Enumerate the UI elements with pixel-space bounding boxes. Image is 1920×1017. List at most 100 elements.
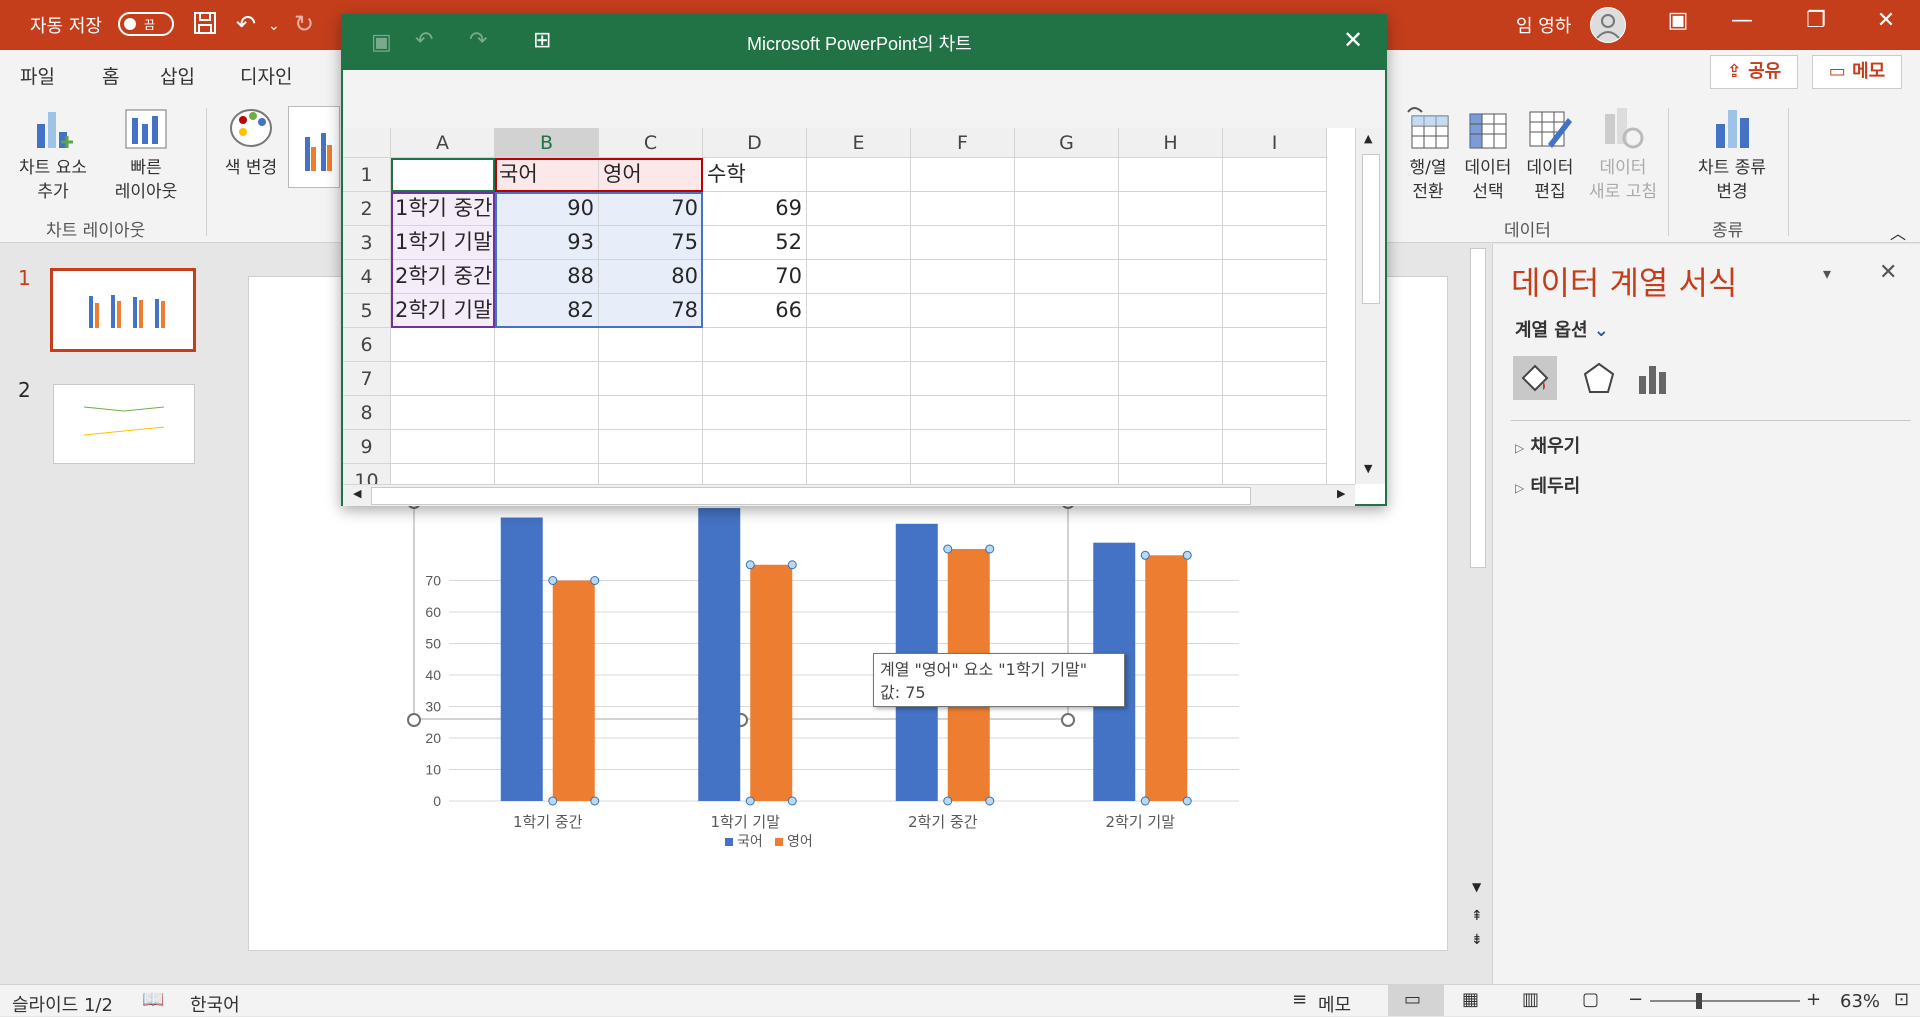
spreadsheet-cell[interactable]: 1학기 기말 <box>391 226 495 260</box>
spreadsheet-cell[interactable] <box>1119 294 1223 328</box>
undo-dropdown-icon[interactable]: ⌄ <box>268 18 280 34</box>
spreadsheet-cell[interactable] <box>1223 396 1327 430</box>
spreadsheet-cell[interactable] <box>1223 192 1327 226</box>
row-header[interactable]: 7 <box>343 362 391 396</box>
spreadsheet-cell[interactable] <box>703 430 807 464</box>
scroll-down-icon[interactable]: ▼ <box>1364 462 1372 475</box>
change-color-button[interactable]: 색 변경 <box>214 104 288 180</box>
spreadsheet-cell[interactable] <box>1015 328 1119 362</box>
spreadsheet-cell[interactable] <box>1119 396 1223 430</box>
spreadsheet-cell[interactable]: 1학기 중간 <box>391 192 495 226</box>
excel-close-icon[interactable]: ✕ <box>1343 26 1363 54</box>
scroll-thumb[interactable] <box>1470 248 1486 568</box>
spreadsheet-cell[interactable] <box>807 362 911 396</box>
excel-vertical-scrollbar[interactable]: ▲ ▼ <box>1355 128 1385 484</box>
excel-horizontal-scrollbar[interactable]: ◀ ▶ <box>343 484 1355 506</box>
column-header[interactable]: C <box>599 128 703 158</box>
column-header[interactable]: A <box>391 128 495 158</box>
spreadsheet-cell[interactable] <box>911 294 1015 328</box>
slide-thumbnail-1[interactable] <box>50 268 196 352</box>
spellcheck-icon[interactable]: 📖 <box>142 989 164 1010</box>
change-chart-type-button[interactable]: 차트 종류 변경 <box>1686 104 1778 204</box>
spreadsheet-cell[interactable] <box>703 396 807 430</box>
scroll-left-icon[interactable]: ◀ <box>353 487 361 500</box>
spreadsheet-cell[interactable] <box>1119 362 1223 396</box>
series-options-dropdown[interactable]: 계열 옵션 ⌄ <box>1515 316 1609 342</box>
zoom-in-icon[interactable]: + <box>1806 989 1821 1010</box>
collapse-ribbon-icon[interactable]: ︿ <box>1890 220 1906 244</box>
excel-scroll-thumb[interactable] <box>1362 154 1380 304</box>
row-header[interactable]: 6 <box>343 328 391 362</box>
autosave-toggle[interactable]: 끔 <box>118 12 174 36</box>
column-header[interactable]: F <box>911 128 1015 158</box>
spreadsheet-cell[interactable] <box>807 192 911 226</box>
spreadsheet-cell[interactable] <box>1223 158 1327 192</box>
spreadsheet-cell[interactable] <box>1223 362 1327 396</box>
spreadsheet-cell[interactable]: 69 <box>703 192 807 226</box>
restore-icon[interactable]: ❐ <box>1796 8 1836 33</box>
zoom-level[interactable]: 63% <box>1840 991 1880 1012</box>
spreadsheet-cell[interactable] <box>911 158 1015 192</box>
row-header[interactable]: 4 <box>343 260 391 294</box>
column-header[interactable]: G <box>1015 128 1119 158</box>
spreadsheet-cell[interactable] <box>391 396 495 430</box>
spreadsheet-cell[interactable]: 82 <box>495 294 599 328</box>
spreadsheet-cell[interactable]: 78 <box>599 294 703 328</box>
reading-view-icon[interactable]: ▥ <box>1522 989 1539 1010</box>
spreadsheet-cell[interactable]: 75 <box>599 226 703 260</box>
spreadsheet-cell[interactable] <box>807 158 911 192</box>
row-header[interactable]: 1 <box>343 158 391 192</box>
zoom-out-icon[interactable]: − <box>1628 989 1643 1010</box>
spreadsheet-cell[interactable] <box>911 192 1015 226</box>
spreadsheet-cell[interactable] <box>1223 260 1327 294</box>
spreadsheet-cell[interactable] <box>391 158 495 192</box>
slideshow-icon[interactable]: ▢ <box>1582 989 1599 1010</box>
pane-close-icon[interactable]: ✕ <box>1879 260 1897 285</box>
row-header[interactable]: 2 <box>343 192 391 226</box>
spreadsheet-cell[interactable] <box>495 328 599 362</box>
refresh-data-button[interactable]: 데이터 새로 고침 <box>1584 104 1662 204</box>
switch-row-column-button[interactable]: 행/열 전환 <box>1396 104 1460 204</box>
pane-options-icon[interactable]: ▾ <box>1823 264 1831 283</box>
spreadsheet-cell[interactable] <box>1119 192 1223 226</box>
spreadsheet-cell[interactable]: 2학기 중간 <box>391 260 495 294</box>
quick-layout-button[interactable]: 빠른 레이아웃 <box>98 104 194 204</box>
spreadsheet-cell[interactable]: 영어 <box>599 158 703 192</box>
spreadsheet-cell[interactable]: 52 <box>703 226 807 260</box>
spreadsheet-cell[interactable] <box>1015 226 1119 260</box>
tab-insert[interactable]: 삽입 <box>160 62 195 89</box>
spreadsheet-cell[interactable] <box>599 362 703 396</box>
undo-icon[interactable]: ↶ <box>236 10 256 38</box>
scroll-up-icon[interactable]: ▲ <box>1364 132 1372 145</box>
spreadsheet-cell[interactable] <box>1223 328 1327 362</box>
tab-file[interactable]: 파일 <box>20 62 55 89</box>
edit-data-button[interactable]: 데이터 편집 <box>1518 104 1582 204</box>
spreadsheet-cell[interactable] <box>495 362 599 396</box>
ribbon-display-icon[interactable]: ▣ <box>1658 8 1698 33</box>
tab-design[interactable]: 디자인 <box>240 62 292 89</box>
spreadsheet-cell[interactable]: 66 <box>703 294 807 328</box>
spreadsheet-cell[interactable] <box>599 430 703 464</box>
spreadsheet-cell[interactable] <box>599 328 703 362</box>
series-options-tab[interactable] <box>1631 356 1675 400</box>
next-slide-icon[interactable]: ⇟ <box>1471 932 1483 948</box>
spreadsheet-cell[interactable] <box>703 362 807 396</box>
select-all-corner[interactable] <box>343 128 391 158</box>
spreadsheet-cell[interactable] <box>1015 396 1119 430</box>
column-header[interactable]: D <box>703 128 807 158</box>
spreadsheet-cell[interactable] <box>1223 430 1327 464</box>
language-indicator[interactable]: 한국어 <box>190 991 240 1017</box>
spreadsheet-cell[interactable] <box>911 328 1015 362</box>
spreadsheet-cell[interactable] <box>1119 260 1223 294</box>
spreadsheet-cell[interactable] <box>1015 192 1119 226</box>
zoom-slider[interactable] <box>1650 993 1800 1009</box>
user-name[interactable]: 임 영하 <box>1516 12 1571 38</box>
spreadsheet-cell[interactable] <box>1015 158 1119 192</box>
row-header[interactable]: 5 <box>343 294 391 328</box>
edit-in-excel-icon[interactable]: ⊞ <box>533 28 551 53</box>
spreadsheet-cell[interactable] <box>911 396 1015 430</box>
avatar[interactable] <box>1590 7 1626 43</box>
spreadsheet-cell[interactable]: 70 <box>599 192 703 226</box>
spreadsheet-cell[interactable]: 국어 <box>495 158 599 192</box>
column-header[interactable]: I <box>1223 128 1327 158</box>
